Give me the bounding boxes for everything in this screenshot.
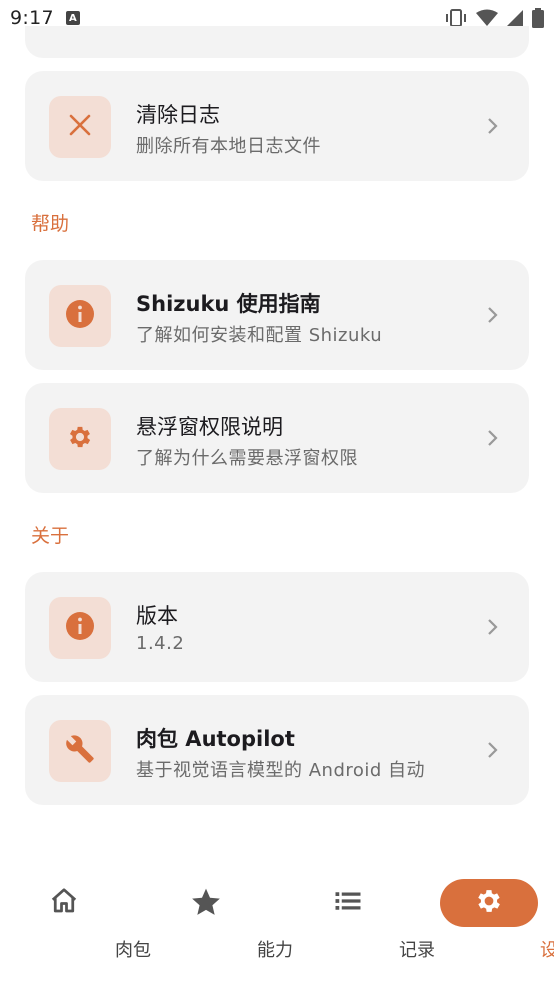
- chevron-right-icon: [487, 740, 499, 764]
- wrench-icon: [65, 734, 95, 768]
- overlay-permission-subtitle: 了解为什么需要悬浮窗权限: [136, 448, 358, 469]
- list-icon: [333, 886, 363, 920]
- about-section-header: 关于: [31, 525, 70, 547]
- previous-settings-card[interactable]: [25, 26, 529, 58]
- signal-icon: [506, 9, 524, 27]
- shizuku-guide-title: Shizuku 使用指南: [136, 292, 321, 316]
- star-icon: [190, 886, 222, 922]
- chevron-right-icon: [487, 305, 499, 329]
- nav-item-settings[interactable]: 设置: [420, 864, 554, 964]
- clear-logs-card[interactable]: 清除日志 删除所有本地日志文件: [25, 71, 529, 181]
- app-info-card[interactable]: 肉包 Autopilot 基于视觉语言模型的 Android 自动: [25, 695, 529, 805]
- close-icon: [68, 113, 92, 141]
- clear-logs-subtitle: 删除所有本地日志文件: [136, 136, 321, 157]
- nav-label-settings: 设置: [540, 940, 554, 961]
- shizuku-guide-card[interactable]: Shizuku 使用指南 了解如何安装和配置 Shizuku: [25, 260, 529, 370]
- chevron-right-icon: [487, 116, 499, 140]
- wifi-icon: [476, 9, 498, 27]
- shizuku-guide-subtitle: 了解如何安装和配置 Shizuku: [136, 325, 383, 346]
- nav-item-records[interactable]: 记录: [279, 864, 435, 964]
- clear-logs-icon-box: [49, 96, 111, 158]
- nav-item-abilities[interactable]: 能力: [137, 864, 293, 964]
- info-icon: [65, 299, 95, 333]
- app-info-title: 肉包 Autopilot: [136, 727, 295, 751]
- status-icons: [444, 8, 544, 28]
- gear-icon: [66, 423, 94, 455]
- app-info-subtitle: 基于视觉语言模型的 Android 自动: [136, 760, 426, 781]
- help-section-header: 帮助: [31, 213, 70, 235]
- overlay-permission-card[interactable]: 悬浮窗权限说明 了解为什么需要悬浮窗权限: [25, 383, 529, 493]
- gear-icon: [474, 886, 504, 920]
- notification-indicator: A: [65, 11, 80, 25]
- app-info-icon-box: [49, 720, 111, 782]
- battery-icon: [532, 8, 544, 28]
- chevron-right-icon: [487, 617, 499, 641]
- chevron-right-icon: [487, 428, 499, 452]
- shizuku-guide-icon-box: [49, 285, 111, 347]
- version-card[interactable]: 版本 1.4.2: [25, 572, 529, 682]
- vibrate-icon: [444, 8, 468, 28]
- overlay-permission-icon-box: [49, 408, 111, 470]
- version-title: 版本: [136, 604, 178, 628]
- bottom-navigation: 肉包 能力 记录 设置: [0, 864, 554, 984]
- nav-item-home[interactable]: 肉包: [0, 864, 151, 964]
- version-icon-box: [49, 597, 111, 659]
- clear-logs-title: 清除日志: [136, 103, 220, 127]
- info-icon: [65, 611, 95, 645]
- overlay-permission-title: 悬浮窗权限说明: [136, 415, 283, 439]
- version-value: 1.4.2: [136, 633, 185, 654]
- home-icon: [49, 886, 79, 920]
